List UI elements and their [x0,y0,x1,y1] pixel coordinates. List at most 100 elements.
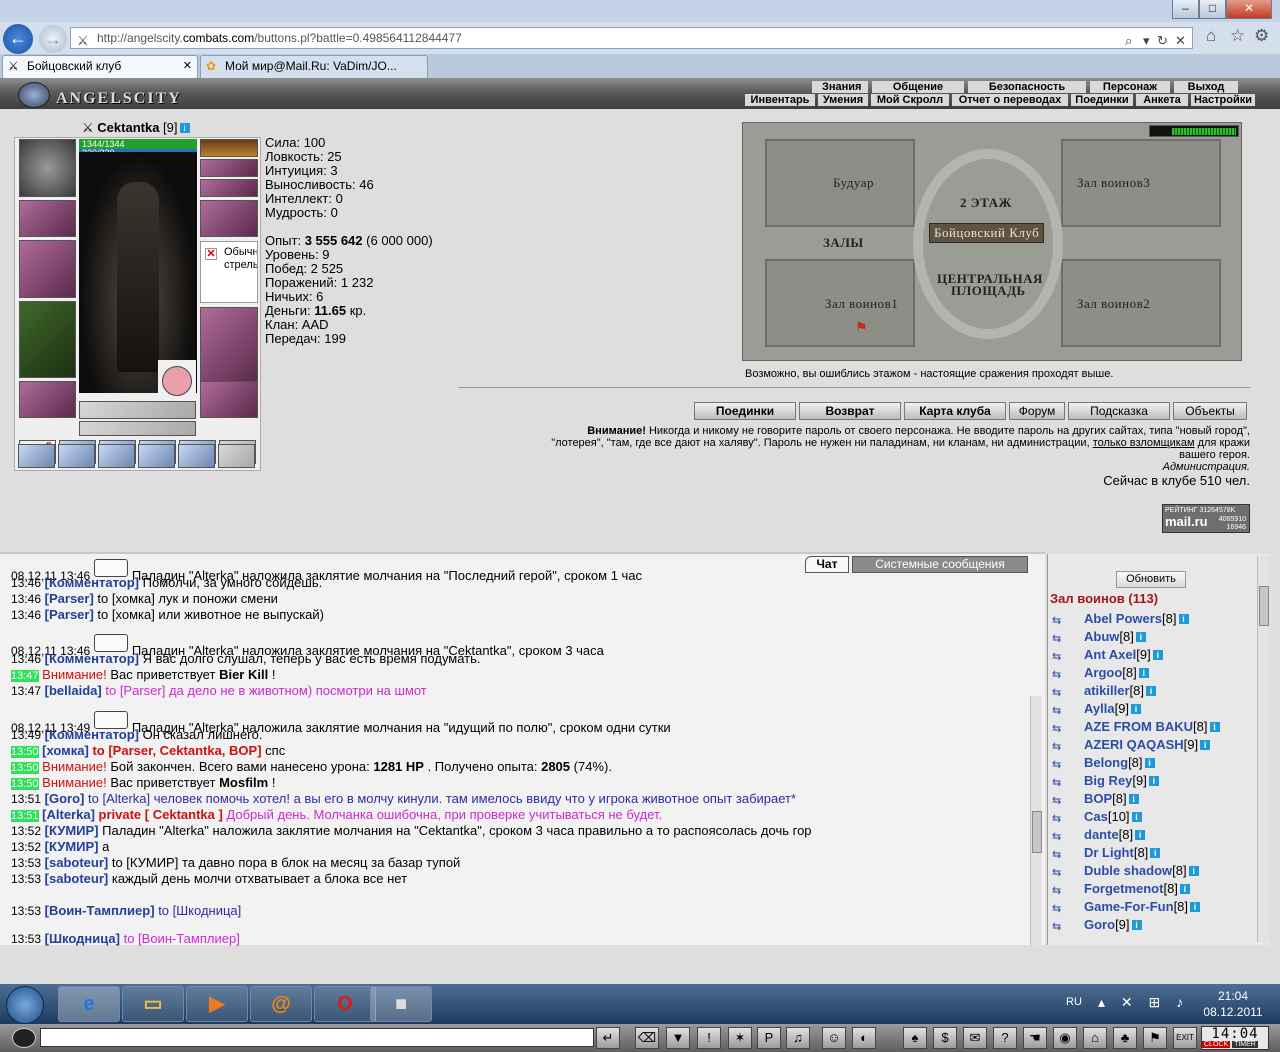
user-name[interactable]: Aylla [1084,701,1115,716]
empty-slot-row[interactable] [79,421,196,436]
info-icon[interactable]: i [1138,668,1149,678]
info-icon[interactable]: i [1131,920,1142,930]
user-name[interactable]: Ant Axel [1084,647,1136,662]
refresh-icon[interactable]: ↻ [1157,31,1168,51]
map-label-fight-club[interactable]: Бойцовский Клуб [929,223,1045,243]
message-time[interactable]: 13:51 [11,810,39,822]
chat-scrollbar[interactable] [1030,696,1042,946]
user-name[interactable]: Game-For-Fun [1084,899,1174,914]
message-time[interactable]: 13:47 [11,670,39,682]
user-name[interactable]: Abel Powers [1084,611,1162,626]
message-author[interactable]: [Parser] [45,591,94,606]
user-name[interactable]: Belong [1084,755,1128,770]
message-time[interactable]: 13:53 [11,872,41,886]
start-button[interactable] [6,986,44,1024]
filter-icon[interactable]: ▼ [666,1027,690,1049]
user-name[interactable]: Big Rey [1084,773,1132,788]
private-message-icon[interactable]: ⇆ [1052,722,1074,735]
media-player-task-icon[interactable]: ▶ [186,986,248,1022]
tab-mail-ru[interactable]: ✿ Мой мир@Mail.Ru: VaDim/JO... [200,55,428,78]
pets-icon[interactable]: ♣ [1113,1027,1137,1049]
close-window-button[interactable]: ✕ [1226,0,1272,19]
duels-button[interactable]: Поединки [694,402,796,420]
compat-icon[interactable]: ▾ [1143,31,1150,51]
user-name[interactable]: atikiller [1084,683,1130,698]
message-author[interactable]: [КУМИР] [45,839,99,854]
message-time[interactable]: 13:52 [11,840,41,854]
info-icon[interactable]: i [1131,704,1142,714]
message-time[interactable]: 13:53 [11,904,41,918]
private-message-icon[interactable]: ⇆ [1052,686,1074,699]
online-user[interactable]: Goro[9] i [1084,917,1142,932]
online-user[interactable]: atikiller[8] i [1084,683,1156,698]
weapon-slot[interactable] [19,240,76,298]
eraser-icon[interactable]: ⌫ [635,1027,659,1049]
search-icon[interactable]: ⌕ [1125,31,1132,51]
helmet-icon[interactable]: ◐ [852,1027,876,1049]
private-message-icon[interactable]: ⇆ [1052,650,1074,663]
info-icon[interactable]: i [1209,722,1220,732]
message-author[interactable]: [Комментатор] [45,575,139,590]
info-icon[interactable]: i [1179,884,1190,894]
private-message-icon[interactable]: ⇆ [1052,614,1074,627]
user-name[interactable]: BOP [1084,791,1112,806]
user-name[interactable]: dante [1084,827,1119,842]
private-message-icon[interactable]: ⇆ [1052,884,1074,897]
message-author[interactable]: [Воин-Тамплиер] [45,903,155,918]
message-time[interactable]: 13:46 [11,608,41,622]
online-user[interactable]: BOP[8] i [1084,791,1139,806]
clock-label[interactable]: CLOCK [1202,1041,1231,1048]
club-map-button[interactable]: Карта клуба [904,402,1006,420]
menu-inventory[interactable]: Инвентарь [745,94,815,106]
message-time[interactable]: 13:53 [11,932,41,946]
online-user[interactable]: Game-For-Fun[8] i [1084,899,1201,914]
online-user[interactable]: Cas[10] i [1084,809,1142,824]
hint-button[interactable]: Подсказка [1068,402,1170,420]
private-message-icon[interactable]: ⇆ [1052,848,1074,861]
online-user[interactable]: Big Rey[9] i [1084,773,1159,788]
user-name[interactable]: Dr Light [1084,845,1134,860]
message-author[interactable]: [Alterka] [42,807,95,822]
sound-icon[interactable]: ♫ [786,1027,810,1049]
private-message-icon[interactable]: ⇆ [1052,866,1074,879]
menu-skills[interactable]: Умения [818,94,868,106]
map-label-floor2[interactable]: 2 ЭТАЖ [960,195,1012,211]
message-author[interactable]: [Goro] [45,791,85,806]
user-name[interactable]: Forgetmenot [1084,881,1163,896]
smiles-icon[interactable]: ☺ [822,1027,846,1049]
hand-icon[interactable]: ☚ [1023,1027,1047,1049]
private-message-icon[interactable]: ⇆ [1052,830,1074,843]
scroll-slot[interactable] [18,444,55,468]
menu-communication[interactable]: Общение [872,81,964,93]
user-name[interactable]: AZE FROM BAKU [1084,719,1193,734]
info-icon[interactable]: i [179,123,190,133]
tab-system-messages[interactable]: Системные сообщения [852,556,1028,573]
message-time[interactable]: 13:50 [11,778,39,790]
online-user[interactable]: Argoo[8] i [1084,665,1149,680]
shop-icon[interactable]: ⌂ [1083,1027,1107,1049]
ie-task-icon[interactable]: e [58,986,120,1022]
info-icon[interactable]: i [1135,830,1146,840]
message-time[interactable]: 13:50 [11,762,39,774]
hackers-link[interactable]: только взломщикам [1093,437,1195,449]
private-message-icon[interactable]: ⇆ [1052,704,1074,717]
message-time[interactable]: 13:46 [11,652,41,666]
back-button[interactable]: ← [3,24,33,54]
mail-agent-task-icon[interactable]: @ [250,986,312,1022]
explorer-task-icon[interactable]: ▭ [122,986,184,1022]
map-label-boudoir[interactable]: Будуар [833,175,874,191]
walk-icon[interactable]: ✶ [728,1027,752,1049]
online-user[interactable]: Dr Light[8] i [1084,845,1161,860]
menu-character[interactable]: Персонаж [1090,81,1170,93]
online-user[interactable]: Belong[8] i [1084,755,1155,770]
private-message-icon[interactable]: ⇆ [1052,758,1074,771]
system-clock[interactable]: 21:04 08.12.2011 [1193,988,1273,1020]
message-time[interactable]: 13:53 [11,856,41,870]
gifts-icon[interactable]: ✉ [963,1027,987,1049]
forward-button[interactable]: → [39,25,67,53]
belt-slot[interactable] [19,381,76,418]
message-author[interactable]: [Parser] [45,607,94,622]
language-indicator[interactable]: RU [1066,996,1082,1008]
info-icon[interactable]: i [1190,902,1201,912]
online-user[interactable]: AZERI QAQASH[9] i [1084,737,1211,752]
